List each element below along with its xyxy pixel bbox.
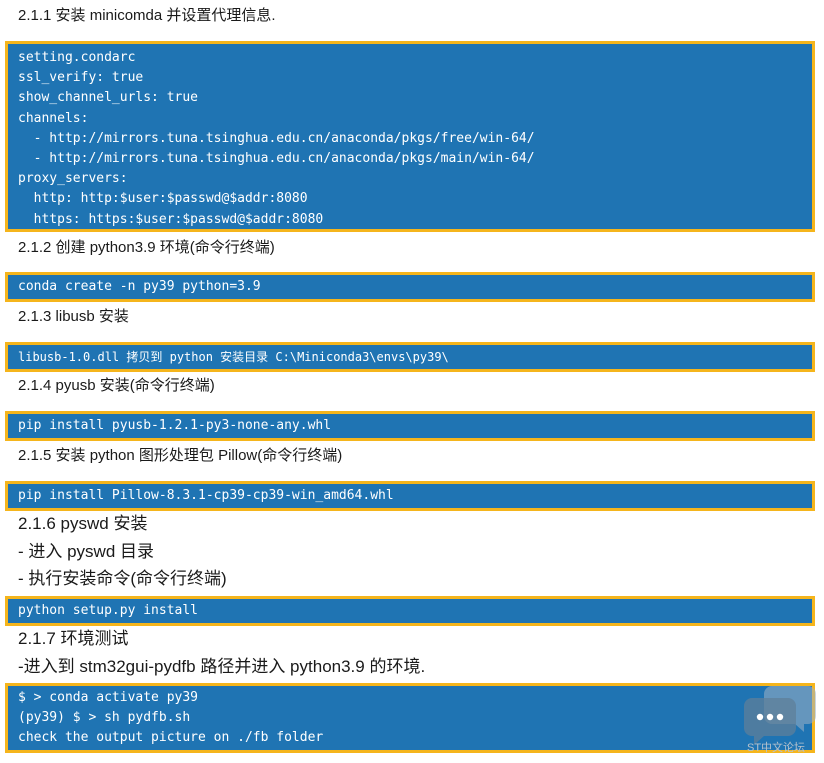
code-line: - http://mirrors.tuna.tsinghua.edu.cn/an… <box>18 150 535 166</box>
pillow-code-block: pip install Pillow-8.3.1-cp39-cp39-win_a… <box>5 481 815 511</box>
conda-create-code-block: conda create -n py39 python=3.9 <box>5 272 815 302</box>
code-line: channels: <box>18 110 89 126</box>
code-line: pip install Pillow-8.3.1-cp39-cp39-win_a… <box>18 487 394 503</box>
libusb-code-block: libusb-1.0.dll 拷贝到 python 安装目录 C:\Minico… <box>5 342 815 372</box>
code-line: ssl_verify: true <box>18 70 144 86</box>
condarc-code-block: setting.condarc ssl_verify: true show_ch… <box>5 41 815 232</box>
section-2-1-4-heading: 2.1.4 pyusb 安装(命令行终端) <box>18 377 215 394</box>
pyswd-code-block: python setup.py install <box>5 596 815 626</box>
code-line: - http://mirrors.tuna.tsinghua.edu.cn/an… <box>18 130 535 146</box>
code-line: http: http:$user:$passwd@$addr:8080 <box>18 191 308 207</box>
section-2-1-6-heading: 2.1.6 pyswd 安装 <box>18 514 148 533</box>
code-line: $ > conda activate py39 <box>18 690 199 705</box>
pyswd-step-run-install: - 执行安装命令(命令行终端) <box>18 569 227 588</box>
pyswd-step-enter-directory: - 进入 pyswd 目录 <box>18 542 155 561</box>
code-line: python setup.py install <box>18 602 199 618</box>
section-2-1-2-heading: 2.1.2 创建 python3.9 环境(命令行终端) <box>18 239 275 256</box>
code-line: https: https:$user:$passwd@$addr:8080 <box>18 211 324 227</box>
section-2-1-1-heading: 2.1.1 安装 minicomda 并设置代理信息. <box>18 7 276 24</box>
test-code-block: $ > conda activate py39 (py39) $ > sh py… <box>5 683 815 753</box>
section-2-1-3-heading: 2.1.3 libusb 安装 <box>18 308 129 325</box>
section-2-1-5-heading: 2.1.5 安装 python 图形处理包 Pillow(命令行终端) <box>18 447 343 464</box>
code-line: setting.condarc <box>18 50 136 65</box>
pyusb-code-block: pip install pyusb-1.2.1-py3-none-any.whl <box>5 411 815 441</box>
section-2-1-7-heading: 2.1.7 环境测试 <box>18 629 129 648</box>
code-line: libusb-1.0.dll 拷贝到 python 安装目录 C:\Minico… <box>18 349 449 364</box>
test-step-enter-path: -进入到 stm32gui-pydfb 路径并进入 python3.9 的环境. <box>18 657 426 676</box>
code-line: pip install pyusb-1.2.1-py3-none-any.whl <box>18 417 332 433</box>
code-line: check the output picture on ./fb folder <box>18 730 324 746</box>
code-line: proxy_servers: <box>18 171 128 187</box>
code-line: conda create -n py39 python=3.9 <box>18 278 261 294</box>
watermark-text: ST中文论坛 <box>747 742 806 754</box>
code-line: show_channel_urls: true <box>18 90 199 106</box>
code-line: (py39) $ > sh pydfb.sh <box>18 710 191 726</box>
